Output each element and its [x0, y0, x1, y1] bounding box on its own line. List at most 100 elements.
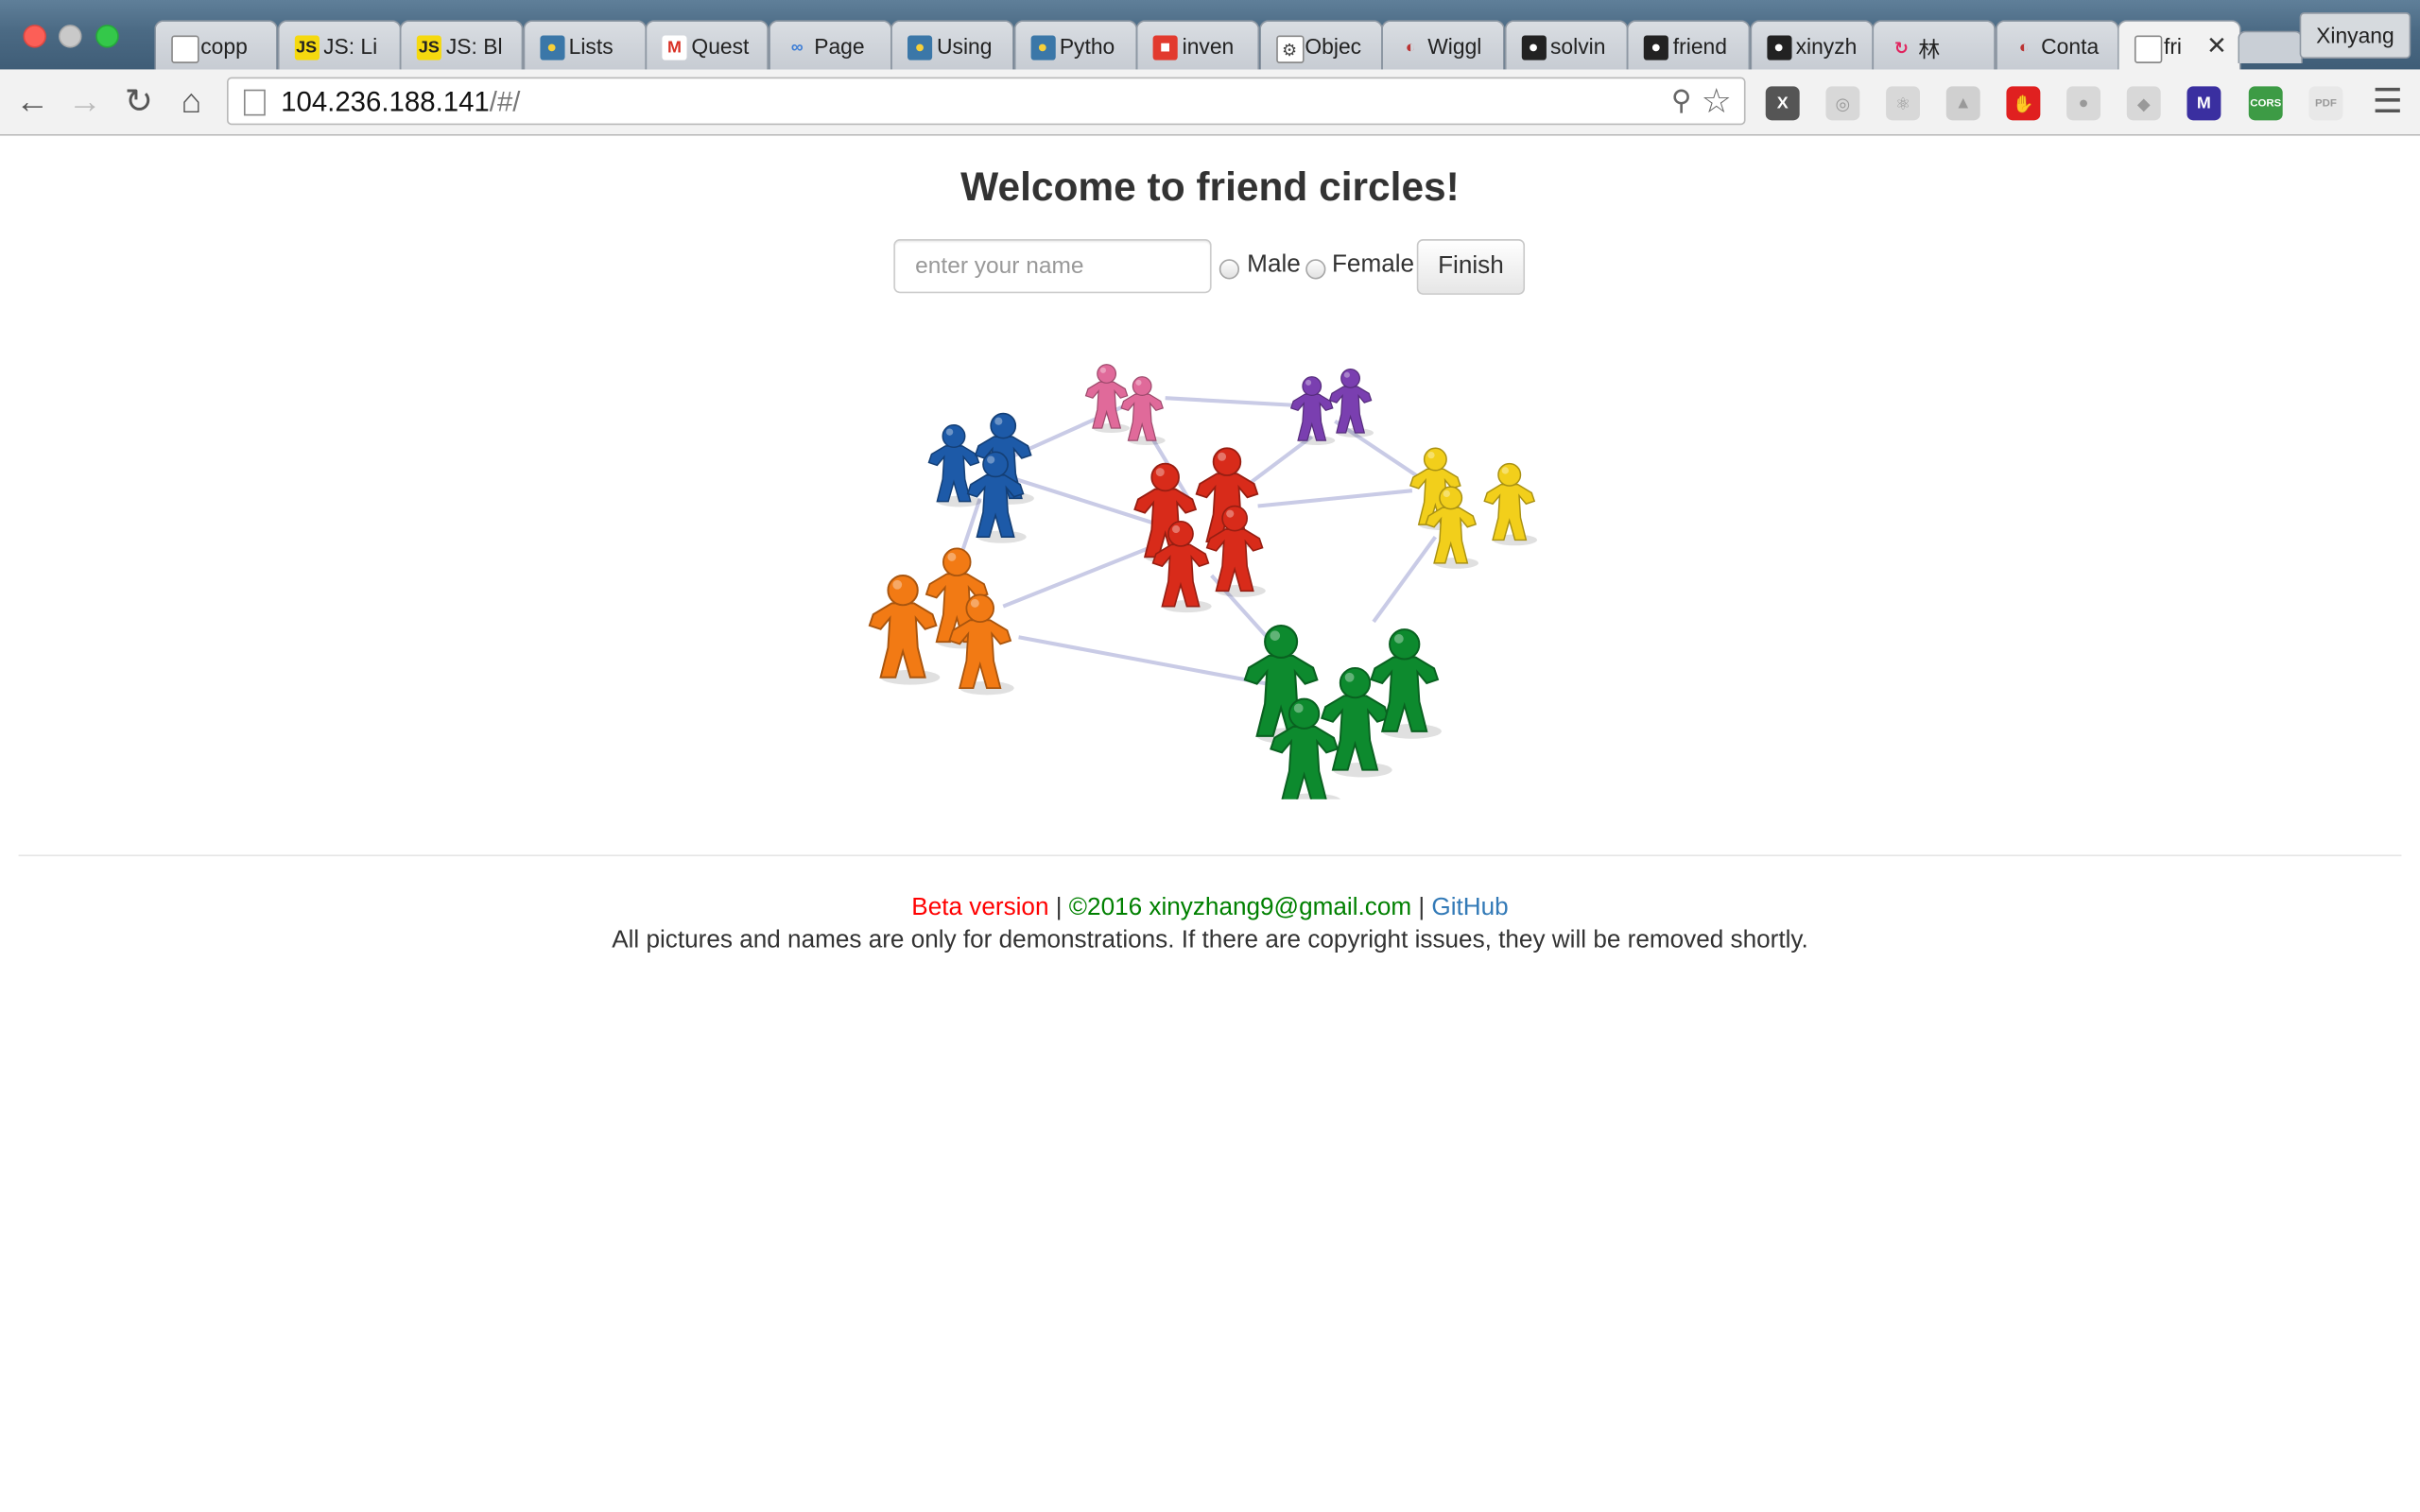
tab-12[interactable]: ● friend	[1626, 20, 1751, 70]
separator: |	[1048, 894, 1069, 921]
male-label: Male	[1247, 251, 1301, 278]
new-tab-button[interactable]	[2238, 30, 2303, 63]
person-figure	[1120, 376, 1166, 446]
browser-toolbar: ← → ↻ ⌂ 104.236.188.141/#/ ⚲ ☆ X ◎ ⚛ ▲ ✋ ● ◆ M C…	[0, 69, 2420, 136]
tab-label: Objec	[1305, 33, 1362, 60]
network-lines	[947, 396, 1438, 686]
forward-icon[interactable]: →	[65, 82, 105, 122]
divider	[18, 854, 2402, 857]
name-input[interactable]	[893, 239, 1212, 294]
maximize-window-button[interactable]	[95, 25, 119, 48]
bookmark-star-icon[interactable]: ☆	[1702, 82, 1732, 122]
tab-15[interactable]: ◐ Conta	[1995, 20, 2118, 70]
tab-11[interactable]: ● solvin	[1504, 20, 1628, 70]
github-icon: ●	[1643, 35, 1668, 60]
dropbox-extension-icon[interactable]: ◆	[2126, 86, 2161, 121]
squares-icon: ■	[1152, 35, 1178, 60]
tab-7[interactable]: ● Pytho	[1012, 20, 1137, 70]
person-figure	[1320, 666, 1392, 778]
footer-credits: Beta version | ©2016 xinyzhang9@gmail.co…	[0, 895, 2420, 922]
close-tab-icon[interactable]: ✕	[2206, 31, 2227, 62]
url-host: 104.236.188.141	[281, 86, 490, 118]
grey-extension-icon[interactable]: ●	[2066, 86, 2101, 121]
tab-14[interactable]: ↻ 林	[1872, 20, 1996, 70]
doc-icon: ⚙	[1275, 35, 1304, 63]
wiggle-icon: ◐	[1405, 38, 1416, 58]
back-icon[interactable]: ←	[12, 82, 52, 122]
tab-label: JS: Li	[323, 33, 378, 60]
tab-label: copp	[200, 33, 248, 60]
pdf-extension-icon[interactable]: PDF	[2308, 86, 2343, 121]
close-window-button[interactable]	[23, 25, 46, 48]
tab-0[interactable]: copp	[154, 20, 278, 70]
separator: |	[1411, 894, 1432, 921]
js-icon: JS	[416, 35, 441, 60]
person-figure	[1370, 628, 1442, 739]
tab-10[interactable]: ◐ Wiggl	[1381, 20, 1505, 70]
url-path: /#/	[489, 86, 521, 118]
tab-label: Quest	[691, 33, 750, 60]
page-icon	[171, 35, 199, 63]
finish-button[interactable]: Finish	[1416, 239, 1526, 295]
female-label: Female	[1331, 251, 1415, 278]
tab-label: Wiggl	[1427, 33, 1482, 60]
wiggle-icon: ◐	[2018, 38, 2030, 58]
tab-2[interactable]: JS JS: Bl	[399, 20, 524, 70]
tab-9[interactable]: ⚙ Objec	[1258, 20, 1383, 70]
tab-label: Conta	[2041, 33, 2100, 60]
refresh-icon: ↻	[1893, 39, 1909, 59]
python-icon: ●	[539, 35, 564, 60]
js-icon: JS	[294, 35, 320, 60]
footer-disclaimer: All pictures and names are only for demo…	[612, 927, 1808, 954]
tab-3[interactable]: ● Lists	[522, 20, 647, 70]
browser-tab-strip: copp JS JS: Li JS JS: Bl ● Lists M Quest ∞ Page ● Us…	[0, 0, 2420, 70]
gmail-icon: M	[662, 35, 687, 60]
friend-network-image	[868, 364, 1538, 799]
drive-extension-icon[interactable]: ▲	[1945, 86, 1980, 121]
python-icon: ●	[907, 35, 933, 60]
menu-icon[interactable]: ☰	[2367, 82, 2407, 122]
tab-label: xinyzh	[1795, 33, 1858, 60]
adblock-extension-icon[interactable]: ✋	[2006, 86, 2041, 121]
tab-6[interactable]: ● Using	[890, 20, 1014, 70]
github-icon: ●	[1766, 35, 1791, 60]
zoom-icon[interactable]: ⚲	[1671, 85, 1692, 117]
copyright-text: ©2016 xinyzhang9@gmail.com	[1068, 894, 1412, 921]
tab-label: 林	[1918, 37, 1941, 62]
circle-extension-icon[interactable]: ◎	[1825, 86, 1860, 121]
github-link[interactable]: GitHub	[1431, 895, 1508, 921]
page-icon	[243, 89, 266, 116]
python-icon: ●	[1029, 35, 1055, 60]
person-figure	[1328, 368, 1374, 438]
cors-extension-icon[interactable]: CORS	[2248, 86, 2283, 121]
m-extension-icon[interactable]: M	[2187, 86, 2221, 121]
url-text: 104.236.188.141/#/	[281, 86, 520, 118]
page-content: Welcome to friend circles! Male Female F…	[0, 135, 2420, 1512]
female-radio[interactable]	[1305, 259, 1326, 280]
tab-13[interactable]: ● xinyzh	[1749, 20, 1874, 70]
tab-1[interactable]: JS JS: Li	[277, 20, 401, 70]
male-radio[interactable]	[1219, 259, 1240, 280]
tab-16[interactable]: fri ✕	[2117, 20, 2241, 70]
tab-label: JS: Bl	[445, 33, 503, 60]
infinity-icon: ∞	[790, 38, 804, 58]
tab-label: friend	[1672, 33, 1727, 60]
x-extension-icon[interactable]: X	[1765, 86, 1800, 121]
minimize-window-button[interactable]	[59, 25, 82, 48]
github-icon: ●	[1520, 35, 1547, 60]
tab-label: inven	[1182, 33, 1235, 60]
tab-4[interactable]: M Quest	[645, 20, 769, 70]
person-figure	[1483, 462, 1538, 546]
home-icon[interactable]: ⌂	[171, 82, 211, 122]
tab-8[interactable]: ■ inven	[1135, 20, 1260, 70]
tab-label: solvin	[1549, 33, 1606, 60]
page-icon	[2134, 35, 2163, 63]
person-figure	[1289, 376, 1336, 446]
react-extension-icon[interactable]: ⚛	[1886, 86, 1921, 121]
tab-label: Lists	[568, 33, 614, 60]
page-title: Welcome to friend circles!	[960, 163, 1460, 211]
reload-icon[interactable]: ↻	[119, 82, 159, 122]
profile-button[interactable]: Xinyang	[2299, 12, 2411, 60]
tab-5[interactable]: ∞ Page	[768, 20, 891, 70]
address-bar[interactable]: 104.236.188.141/#/ ⚲ ☆	[226, 77, 1746, 126]
